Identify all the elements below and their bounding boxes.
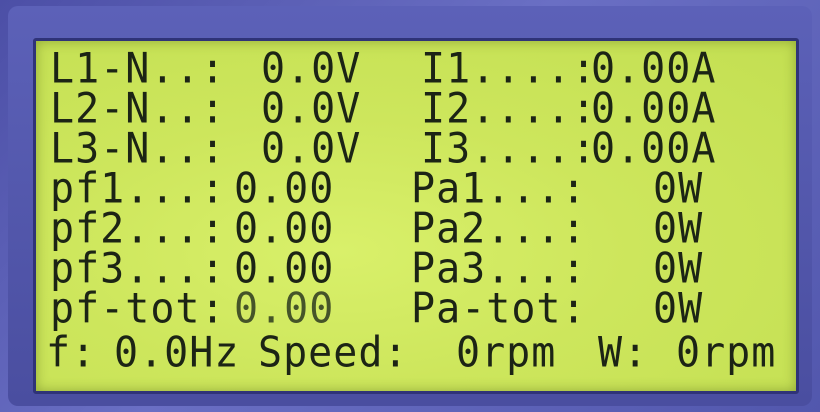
value-l3-n: 0.0V xyxy=(261,124,362,174)
label-i2: I2....: xyxy=(421,84,597,134)
value-w: 0rpm xyxy=(676,328,777,378)
value-pa3: 0W xyxy=(653,244,704,294)
label-l2-n: L2-N..: xyxy=(50,84,226,134)
lcd-row-pf3: pf3...: 0.00 Pa3...: 0W xyxy=(36,244,796,294)
value-i2: 0.00A xyxy=(591,84,717,134)
label-speed: Speed: xyxy=(258,328,409,378)
label-pa-tot: Pa-tot: xyxy=(411,284,587,334)
value-pf-tot: 0.00 xyxy=(234,284,335,334)
value-pa1: 0W xyxy=(653,164,704,214)
label-pa1: Pa1...: xyxy=(411,164,587,214)
label-w: W: xyxy=(598,328,649,378)
label-l1-n: L1-N..: xyxy=(50,44,226,94)
value-l1-n: 0.0V xyxy=(261,44,362,94)
value-i3: 0.00A xyxy=(591,124,717,174)
value-speed: 0rpm xyxy=(456,328,557,378)
value-pa2: 0W xyxy=(653,204,704,254)
value-pa-tot: 0W xyxy=(653,284,704,334)
lcd-row-pf1: pf1...: 0.00 Pa1...: 0W xyxy=(36,164,796,214)
lcd-row-footer: f: 0.0Hz Speed: 0rpm W: 0rpm xyxy=(36,328,796,378)
lcd-row-l1: L1-N..: 0.0V I1....: 0.00A xyxy=(36,44,796,94)
lcd-row-pf-tot: pf-tot: 0.00 Pa-tot: 0W xyxy=(36,284,796,334)
value-frequency: 0.0Hz xyxy=(114,328,240,378)
value-pf2: 0.00 xyxy=(234,204,335,254)
label-l3-n: L3-N..: xyxy=(50,124,226,174)
value-l2-n: 0.0V xyxy=(261,84,362,134)
label-pf2: pf2...: xyxy=(50,204,226,254)
label-pa2: Pa2...: xyxy=(411,204,587,254)
label-pf3: pf3...: xyxy=(50,244,226,294)
value-i1: 0.00A xyxy=(591,44,717,94)
value-pf1: 0.00 xyxy=(234,164,335,214)
lcd-row-pf2: pf2...: 0.00 Pa2...: 0W xyxy=(36,204,796,254)
lcd-row-l2: L2-N..: 0.0V I2....: 0.00A xyxy=(36,84,796,134)
label-frequency: f: xyxy=(46,328,97,378)
lcd-row-l3: L3-N..: 0.0V I3....: 0.00A xyxy=(36,124,796,174)
lcd-screen: L1-N..: 0.0V I1....: 0.00A L2-N..: 0.0V … xyxy=(33,38,799,394)
value-pf3: 0.00 xyxy=(234,244,335,294)
label-pf1: pf1...: xyxy=(50,164,226,214)
label-i1: I1....: xyxy=(421,44,597,94)
label-i3: I3....: xyxy=(421,124,597,174)
label-pf-tot: pf-tot: xyxy=(50,284,226,334)
label-pa3: Pa3...: xyxy=(411,244,587,294)
